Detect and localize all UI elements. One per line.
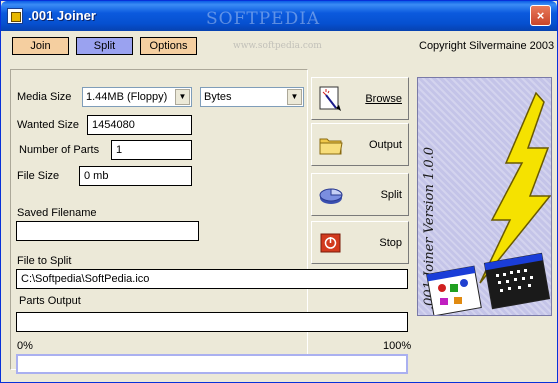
wanted-size-label: Wanted Size	[17, 119, 79, 131]
stop-button[interactable]: Stop	[311, 221, 409, 264]
pie-chart-icon	[318, 182, 344, 208]
browse-label: Browse	[365, 93, 402, 105]
unit-select[interactable]: Bytes ▼	[200, 87, 304, 107]
file-to-split-input[interactable]: C:\Softpedia\SoftPedia.ico	[16, 269, 408, 289]
output-button[interactable]: Output	[311, 123, 409, 166]
media-size-value: 1.44MB (Floppy)	[86, 91, 168, 103]
progress-max-label: 100%	[383, 340, 412, 352]
media-size-label: Media Size	[17, 91, 72, 103]
file-size-field: 0 mb	[79, 166, 192, 186]
magic-wand-icon	[318, 86, 344, 112]
watermark-url: www.softpedia.com	[233, 41, 322, 51]
version-banner: .001 Joiner Version 1.0.0	[417, 77, 552, 316]
join-tab-button[interactable]: Join	[12, 37, 69, 55]
parts-output-label: Parts Output	[19, 295, 81, 307]
unit-value: Bytes	[204, 91, 232, 103]
copyright-text: Copyright Silvermaine 2003	[419, 40, 555, 52]
output-label: Output	[368, 139, 402, 151]
split-button[interactable]: Split	[311, 173, 409, 216]
folder-icon	[318, 132, 344, 158]
number-of-parts-label: Number of Parts	[19, 144, 100, 156]
split-label: Split	[380, 189, 402, 201]
watermark: SOFTPEDIA	[206, 9, 321, 29]
terminal-window-icon	[483, 252, 551, 310]
close-button[interactable]: ×	[530, 5, 551, 26]
stop-icon	[318, 230, 344, 256]
title-bar[interactable]: .001 Joiner SOFTPEDIA ×	[1, 1, 557, 31]
banner-artwork	[426, 91, 551, 315]
stop-label: Stop	[379, 237, 402, 249]
wanted-size-input[interactable]: 1454080	[87, 115, 192, 135]
app-icon	[7, 8, 23, 24]
number-of-parts-input[interactable]: 1	[111, 140, 192, 160]
app-window-icon	[426, 265, 482, 315]
progress-min-label: 0%	[17, 340, 33, 352]
window-title: .001 Joiner	[28, 8, 96, 23]
media-size-select[interactable]: 1.44MB (Floppy) ▼	[82, 87, 192, 107]
saved-filename-input[interactable]	[16, 221, 199, 241]
chevron-down-icon[interactable]: ▼	[287, 89, 302, 105]
file-size-label: File Size	[17, 170, 60, 182]
app-window: .001 Joiner SOFTPEDIA × www.softpedia.co…	[0, 0, 558, 383]
progress-bar	[16, 354, 408, 374]
parts-output-field	[16, 312, 408, 332]
saved-filename-label: Saved Filename	[17, 207, 97, 219]
options-tab-button[interactable]: Options	[140, 37, 197, 55]
chevron-down-icon[interactable]: ▼	[175, 89, 190, 105]
file-to-split-label: File to Split	[17, 255, 72, 267]
browse-button[interactable]: Browse	[311, 77, 409, 120]
split-tab-button[interactable]: Split	[76, 37, 133, 55]
